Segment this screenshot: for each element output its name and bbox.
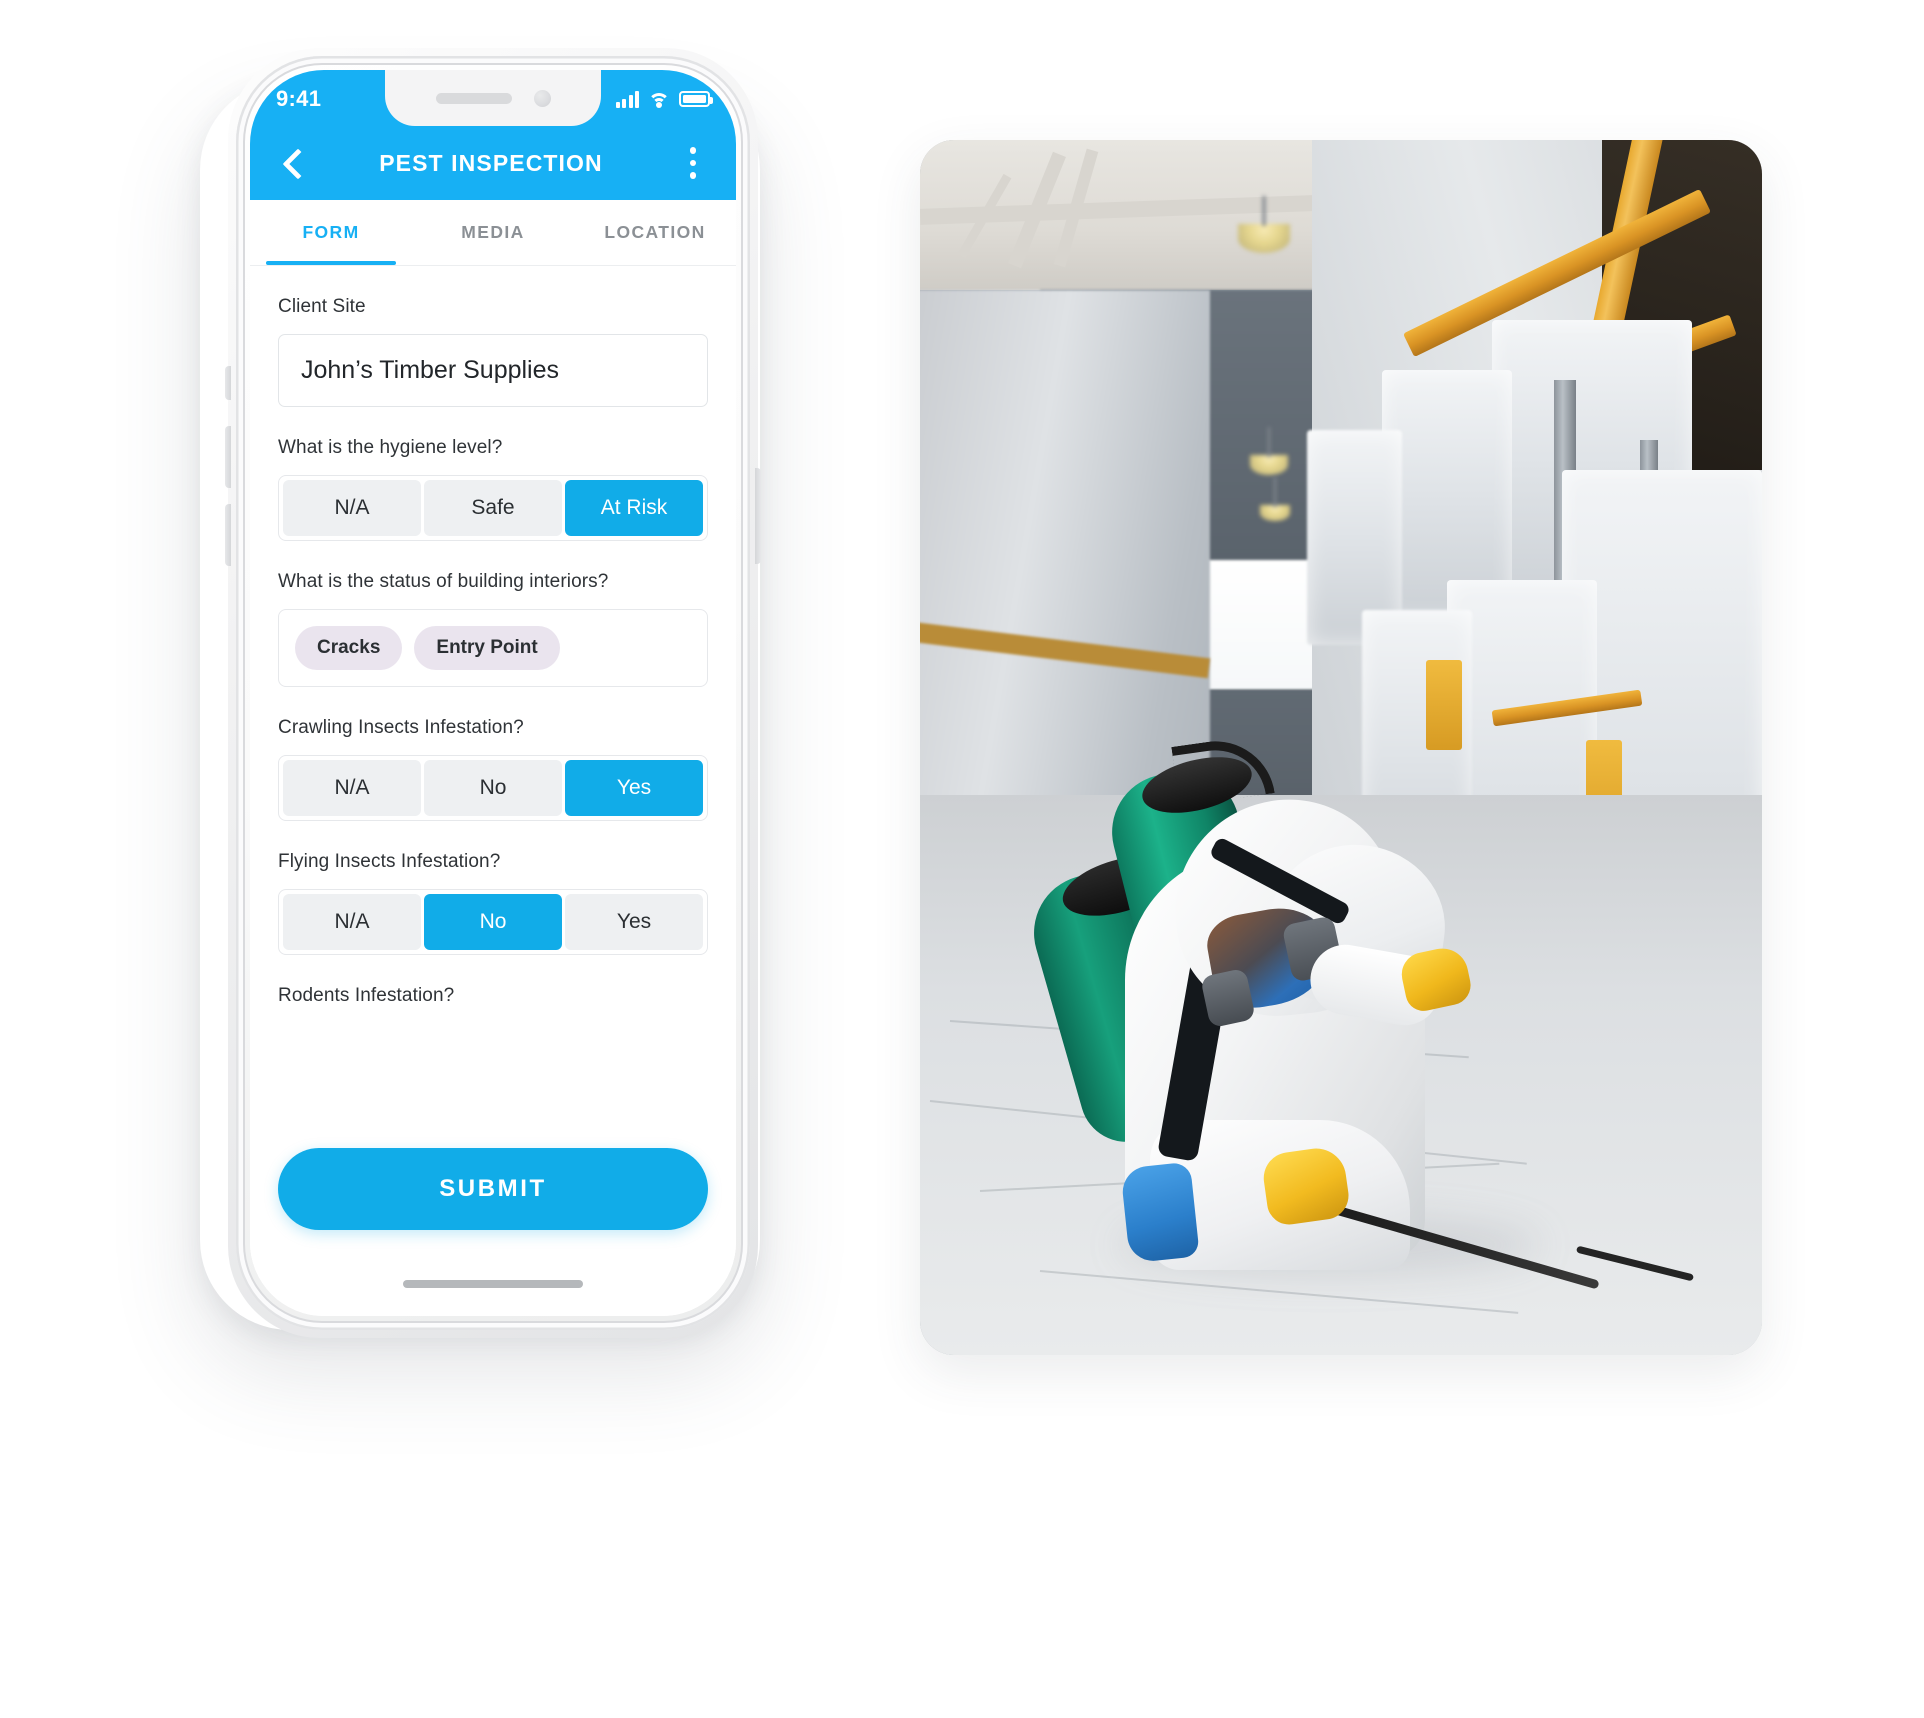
photo-lamp-shade <box>1260 505 1290 521</box>
page-title: PEST INSPECTION <box>379 149 603 176</box>
client-site-input[interactable]: John’s Timber Supplies <box>278 334 708 407</box>
photo-sprayer-hose <box>1171 733 1275 807</box>
chip-cracks[interactable]: Cracks <box>295 626 403 670</box>
photo-pendant-lamp <box>1260 477 1290 531</box>
photo-worker-knee-pad <box>1120 1161 1200 1264</box>
photo-worker-glove <box>1260 1144 1352 1228</box>
chip-entry-point[interactable]: Entry Point <box>414 626 560 670</box>
segmented-flying-insects: N/A No Yes <box>278 889 708 955</box>
app-bar: PEST INSPECTION <box>250 126 736 200</box>
kebab-menu-icon[interactable] <box>676 145 710 181</box>
segmented-hygiene-level: N/A Safe At Risk <box>278 475 708 541</box>
chevron-left-icon[interactable] <box>276 145 312 181</box>
segmented-crawling-insects: N/A No Yes <box>278 755 708 821</box>
status-bar-icons <box>615 89 713 108</box>
tab-media[interactable]: MEDIA <box>412 200 574 265</box>
earpiece-speaker <box>435 92 512 104</box>
warehouse-pest-control-photo <box>920 140 1762 1355</box>
label-flying-insects: Flying Insects Infestation? <box>278 851 501 872</box>
photo-lamp-rod <box>1267 427 1271 457</box>
seg-option-flying-no[interactable]: No <box>424 894 562 950</box>
label-building-interiors: What is the status of building interiors… <box>278 571 609 592</box>
status-bar-time: 9:41 <box>276 86 322 111</box>
mute-switch[interactable] <box>225 366 231 400</box>
page-root: 9:41 PEST INSPECTION FORM MEDIA LOCATION <box>0 0 1924 1718</box>
photo-lamp-shade <box>1250 455 1288 476</box>
seg-option-crawling-na[interactable]: N/A <box>283 760 421 816</box>
volume-down-button[interactable] <box>225 504 231 566</box>
phone-notch <box>385 70 601 126</box>
photo-lamp-rod <box>1273 477 1277 507</box>
seg-option-crawling-no[interactable]: No <box>424 760 562 816</box>
label-rodents-infestation: Rodents Infestation? <box>278 985 455 1006</box>
front-camera <box>533 89 551 107</box>
seg-option-flying-yes[interactable]: Yes <box>565 894 703 950</box>
label-hygiene-level: What is the hygiene level? <box>278 437 503 458</box>
seg-option-hygiene-na[interactable]: N/A <box>283 480 421 536</box>
phone-screen: 9:41 PEST INSPECTION FORM MEDIA LOCATION <box>250 70 736 1316</box>
photo-scene <box>920 140 1762 1355</box>
seg-option-hygiene-safe[interactable]: Safe <box>424 480 562 536</box>
submit-button[interactable]: SUBMIT <box>278 1148 708 1230</box>
photo-pendant-lamp <box>1250 427 1288 489</box>
tab-location[interactable]: LOCATION <box>574 200 736 265</box>
chip-group-building-interiors: Cracks Entry Point <box>278 609 708 687</box>
home-indicator[interactable] <box>403 1280 583 1288</box>
wifi-icon <box>648 91 670 108</box>
tab-form[interactable]: FORM <box>250 200 412 265</box>
seg-option-flying-na[interactable]: N/A <box>283 894 421 950</box>
photo-pest-control-worker <box>1020 620 1695 1290</box>
signal-bars-icon <box>615 90 639 108</box>
tab-bar: FORM MEDIA LOCATION <box>250 200 736 266</box>
seg-option-crawling-yes[interactable]: Yes <box>565 760 703 816</box>
volume-up-button[interactable] <box>225 426 231 488</box>
photo-lamp-rod <box>1262 196 1266 226</box>
photo-lamp-shade <box>1238 224 1290 253</box>
label-client-site: Client Site <box>278 296 366 317</box>
label-crawling-insects: Crawling Insects Infestation? <box>278 717 524 738</box>
battery-icon <box>679 91 713 107</box>
power-button[interactable] <box>755 468 761 564</box>
seg-option-hygiene-at-risk[interactable]: At Risk <box>565 480 703 536</box>
photo-pendant-lamp <box>1238 196 1290 272</box>
